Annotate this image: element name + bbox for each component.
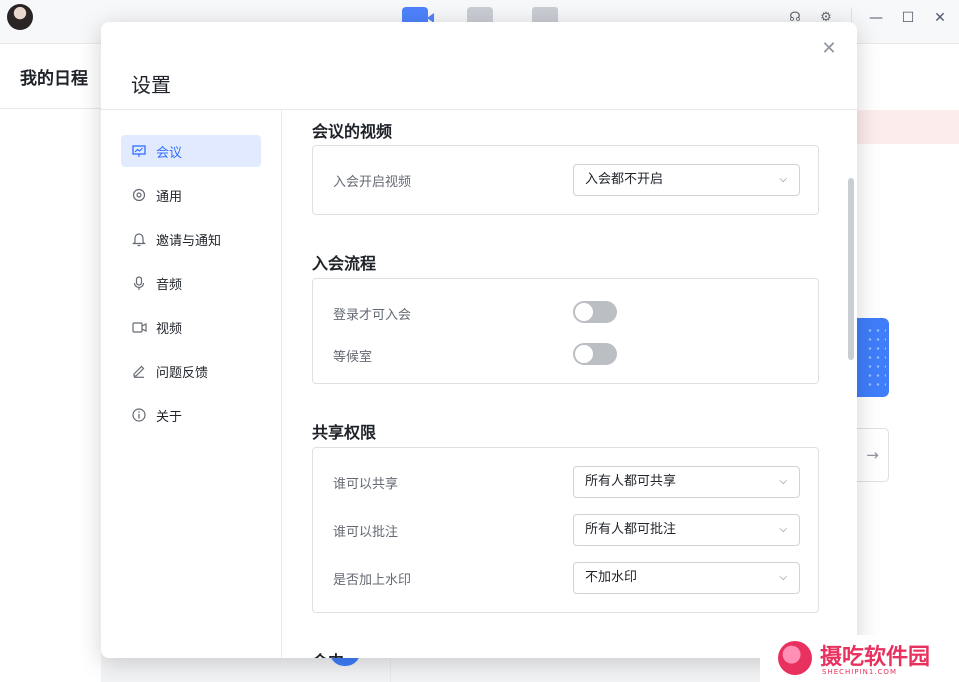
sidebar-item-label: 问题反馈: [156, 365, 209, 381]
microphone-icon: [131, 275, 147, 291]
watermark-subtext: SHECHIPIN1.COM: [822, 668, 897, 676]
chevron-down-icon: ⌵: [779, 174, 787, 185]
column-divider: [390, 658, 391, 682]
select-value: 入会都不开启: [585, 172, 664, 187]
maximize-button[interactable]: ☐: [896, 6, 920, 30]
minimize-button[interactable]: —: [864, 6, 888, 30]
chevron-down-icon: ⌵: [779, 572, 787, 583]
watermark-logo: [778, 641, 812, 675]
sidebar-item-label: 通用: [156, 189, 183, 205]
arrow-right-icon: →: [866, 446, 879, 464]
section-title-share: 共享权限: [312, 423, 377, 442]
login-required-toggle[interactable]: [573, 301, 617, 323]
chevron-down-icon: ⌵: [779, 524, 787, 535]
join-flow-card: 登录才可入会 等候室: [312, 278, 819, 384]
join-video-label: 入会开启视频: [333, 175, 412, 190]
watermark-select[interactable]: 不加水印 ⌵: [573, 562, 800, 594]
who-can-share-label: 谁可以共享: [333, 477, 399, 492]
join-meeting-card[interactable]: →: [857, 428, 889, 482]
share-permissions-card: 谁可以共享 所有人都可共享 ⌵ 谁可以批注 所有人都可批注 ⌵ 是否加上水印 不…: [312, 447, 819, 613]
page-title: 我的日程: [20, 69, 88, 89]
select-value: 不加水印: [585, 570, 638, 585]
who-can-share-select[interactable]: 所有人都可共享 ⌵: [573, 466, 800, 498]
section-title-in-meeting: 会中: [312, 648, 344, 658]
sidebar-item-label: 关于: [156, 409, 183, 425]
sidebar-item-meeting[interactable]: 会议: [121, 135, 261, 167]
section-title-video: 会议的视频: [312, 122, 393, 141]
section-title-join: 入会流程: [312, 254, 377, 273]
presentation-icon: [131, 143, 147, 159]
sidebar-item-general[interactable]: 通用: [121, 179, 261, 211]
sidebar-item-invite-notify[interactable]: 邀请与通知: [121, 223, 261, 255]
waiting-room-label: 等候室: [333, 350, 373, 365]
settings-sidebar: 会议 通用 邀请与通知 音频 视频 问题反馈 关于: [121, 135, 261, 443]
select-value: 所有人都可批注: [585, 522, 677, 537]
who-can-annotate-select[interactable]: 所有人都可批注 ⌵: [573, 514, 800, 546]
join-video-select[interactable]: 入会都不开启 ⌵: [573, 164, 800, 196]
avatar[interactable]: [7, 4, 33, 30]
content-scrollbar[interactable]: [848, 178, 854, 360]
waiting-room-toggle[interactable]: [573, 343, 617, 365]
watermark-label: 是否加上水印: [333, 573, 412, 588]
sidebar-item-video[interactable]: 视频: [121, 311, 261, 343]
sidebar-item-label: 视频: [156, 321, 183, 337]
sidebar-item-audio[interactable]: 音频: [121, 267, 261, 299]
pencil-icon: [131, 363, 147, 379]
close-icon[interactable]: ✕: [819, 39, 839, 59]
settings-dialog: 设置 ✕ 会议 通用 邀请与通知 音频 视频 问题反馈 关于 会议的视频 入会开…: [101, 22, 857, 658]
bell-icon: [131, 231, 147, 247]
watermark-text: 摄吃软件园: [820, 645, 931, 670]
login-required-label: 登录才可入会: [333, 308, 412, 323]
select-value: 所有人都可共享: [585, 474, 677, 489]
info-icon: [131, 407, 147, 423]
alert-banner: [857, 110, 959, 144]
who-can-annotate-label: 谁可以批注: [333, 525, 399, 540]
schedule-panel: [0, 44, 101, 682]
dot-pattern: [866, 326, 886, 390]
close-window-button[interactable]: ✕: [928, 6, 952, 30]
site-watermark: 摄吃软件园 SHECHIPIN1.COM: [760, 635, 959, 682]
gear-icon: [131, 187, 147, 203]
sidebar-item-feedback[interactable]: 问题反馈: [121, 355, 261, 387]
sidebar-item-label: 邀请与通知: [156, 233, 222, 249]
settings-content: 会议的视频 入会开启视频 入会都不开启 ⌵ 入会流程 登录才可入会 等候室 共享…: [282, 110, 857, 658]
sidebar-item-about[interactable]: 关于: [121, 399, 261, 431]
chevron-down-icon: ⌵: [779, 476, 787, 487]
camera-icon: [131, 319, 147, 335]
sidebar-item-label: 音频: [156, 277, 183, 293]
sidebar-item-label: 会议: [156, 145, 183, 161]
video-settings-card: 入会开启视频 入会都不开启 ⌵: [312, 145, 819, 215]
dialog-title: 设置: [131, 73, 171, 97]
